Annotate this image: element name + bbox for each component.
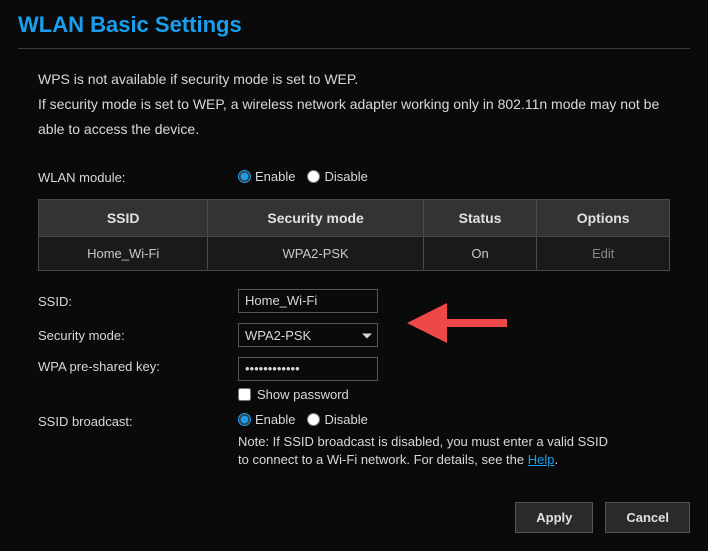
wlan-module-label: WLAN module: [38, 168, 238, 185]
security-mode-label: Security mode: [38, 326, 238, 343]
info-line-1: WPS is not available if security mode is… [38, 67, 670, 92]
wlan-module-enable-radio[interactable] [238, 170, 251, 183]
ssid-broadcast-enable-option[interactable]: Enable [238, 412, 295, 427]
table-row[interactable]: Home_Wi-Fi WPA2-PSK On Edit [39, 236, 670, 270]
wlan-module-disable-label: Disable [324, 169, 367, 184]
ssid-broadcast-note: Note: If SSID broadcast is disabled, you… [238, 433, 618, 469]
help-link[interactable]: Help [528, 452, 555, 467]
show-password-label: Show password [257, 387, 349, 402]
ssid-table: SSID Security mode Status Options Home_W… [38, 199, 670, 271]
table-header-options: Options [537, 199, 670, 236]
show-password-checkbox[interactable] [238, 388, 251, 401]
ssid-broadcast-disable-option[interactable]: Disable [307, 412, 367, 427]
wlan-module-enable-option[interactable]: Enable [238, 169, 295, 184]
ssid-label: SSID: [38, 292, 238, 309]
table-header-status: Status [423, 199, 537, 236]
wpa-key-label: WPA pre-shared key: [38, 357, 238, 374]
info-text: WPS is not available if security mode is… [38, 67, 670, 143]
table-cell-status: On [423, 236, 537, 270]
button-bar: Apply Cancel [515, 502, 690, 533]
wlan-module-disable-radio[interactable] [307, 170, 320, 183]
table-cell-ssid: Home_Wi-Fi [39, 236, 208, 270]
info-line-2: If security mode is set to WEP, a wirele… [38, 92, 670, 142]
security-mode-select[interactable]: WPA2-PSK [238, 323, 378, 347]
apply-button[interactable]: Apply [515, 502, 593, 533]
wlan-module-enable-label: Enable [255, 169, 295, 184]
table-header-ssid: SSID [39, 199, 208, 236]
ssid-broadcast-disable-radio[interactable] [307, 413, 320, 426]
cancel-button[interactable]: Cancel [605, 502, 690, 533]
table-header-security-mode: Security mode [208, 199, 423, 236]
table-edit-link[interactable]: Edit [592, 246, 614, 261]
table-header-row: SSID Security mode Status Options [39, 199, 670, 236]
title-divider [18, 48, 690, 49]
ssid-broadcast-enable-radio[interactable] [238, 413, 251, 426]
page-title: WLAN Basic Settings [18, 12, 690, 38]
ssid-broadcast-disable-label: Disable [324, 412, 367, 427]
wlan-module-disable-option[interactable]: Disable [307, 169, 367, 184]
wpa-key-input[interactable] [238, 357, 378, 381]
ssid-input[interactable] [238, 289, 378, 313]
ssid-broadcast-enable-label: Enable [255, 412, 295, 427]
table-cell-security-mode: WPA2-PSK [208, 236, 423, 270]
ssid-broadcast-label: SSID broadcast: [38, 412, 238, 429]
